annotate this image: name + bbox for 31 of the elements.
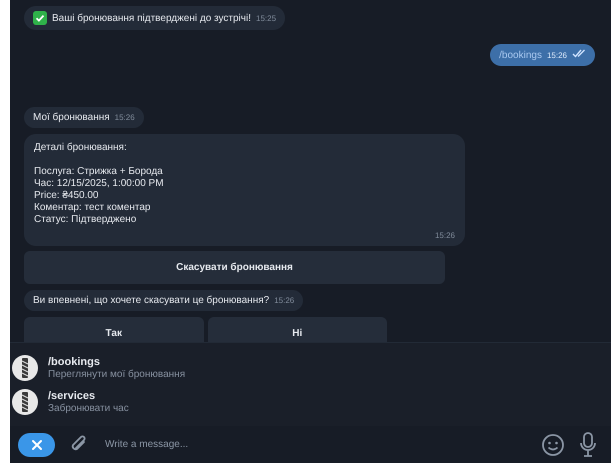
message-text: Ви впевнені, що хочете скасувати це бронювання?	[33, 295, 270, 306]
message-time: 15:26	[114, 113, 135, 122]
message-time: 15:26	[434, 231, 455, 240]
message-time: 15:26	[274, 296, 294, 305]
command-name: /services	[48, 390, 96, 402]
message-time: 15:25	[256, 14, 276, 22]
microphone-icon[interactable]	[579, 432, 597, 458]
message-text: Price: ₴450.00	[34, 190, 100, 202]
command-description: Переглянути мої бронювання	[48, 368, 186, 380]
close-icon	[30, 438, 42, 450]
message-text: Статус: Підтверджено	[34, 214, 138, 226]
close-button[interactable]	[18, 432, 55, 456]
command-item[interactable]: /bookings Переглянути мої бронювання	[12, 354, 611, 380]
inline-button[interactable]: Ні	[208, 317, 387, 342]
avatar-icon	[12, 388, 38, 414]
message-time: 15:26	[546, 51, 567, 60]
message-text: Коментар: тест коментар	[34, 202, 152, 214]
message-text: Послуга: Стрижка + Борода	[34, 166, 164, 178]
message-text: Деталі бронювання:	[34, 142, 128, 154]
message-text: Ваші бронювання підтверджені до зустрічі!	[52, 12, 251, 24]
message-input[interactable]: Write a message...	[103, 438, 527, 451]
message-text: /bookings	[499, 50, 542, 61]
message-text: Мої бронювання	[33, 112, 110, 123]
command-item[interactable]: /services Забронювати час	[12, 388, 611, 414]
inline-button[interactable]: Так	[24, 317, 204, 342]
message-text: Час: 12/15/2025, 1:00:00 PM	[34, 178, 165, 190]
avatar-icon	[12, 354, 38, 380]
inline-button[interactable]: Скасувати бронювання	[24, 251, 445, 284]
command-name: /bookings	[48, 356, 101, 368]
smiley-icon[interactable]	[541, 432, 565, 456]
command-description: Забронювати час	[48, 402, 129, 414]
